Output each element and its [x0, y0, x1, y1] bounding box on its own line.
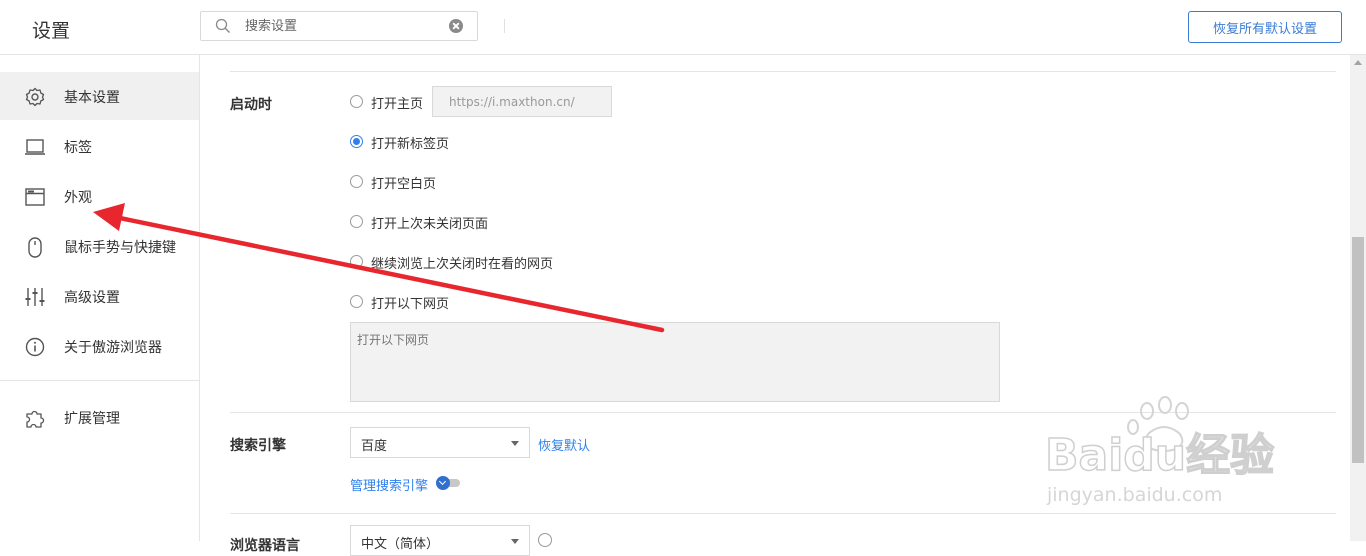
manage-search-engines-link[interactable]: 管理搜索引擎 — [350, 475, 428, 494]
sidebar-item-advanced-settings[interactable]: 高级设置 — [0, 272, 199, 320]
caret-down-icon — [511, 441, 519, 446]
watermark-url: jingyan.baidu.com — [1046, 484, 1222, 506]
search-engine-label: 搜索引擎 — [230, 438, 286, 454]
radio-button[interactable] — [350, 95, 363, 108]
sidebar-item-label: 扩展管理 — [64, 411, 120, 427]
sidebar-item-basic-settings[interactable]: 基本设置 — [0, 72, 199, 120]
radio-label: 打开主页 — [371, 97, 424, 112]
baidu-jingyan-watermark: Baidu经验 jingyan.baidu.com — [1045, 396, 1275, 506]
divider — [504, 19, 505, 33]
sidebar-item-mouse-gestures[interactable]: 鼠标手势与快捷键 — [0, 222, 199, 270]
scroll-up-icon[interactable] — [1354, 60, 1362, 65]
search-input[interactable] — [245, 16, 435, 36]
radio-button[interactable] — [350, 255, 363, 268]
sidebar-item-label: 外观 — [64, 190, 92, 206]
sidebar-item-about[interactable]: 关于傲游浏览器 — [0, 322, 199, 370]
search-engine-select[interactable]: 百度 — [350, 427, 530, 458]
sidebar-item-label: 标签 — [64, 140, 92, 156]
gear-icon — [25, 87, 45, 107]
sliders-icon — [25, 288, 45, 306]
window-icon — [25, 188, 45, 206]
sidebar: 基本设置 标签 外观 鼠标手势与快捷键 高级设置 关于傲游浏览器 扩展管理 — [0, 55, 200, 541]
sidebar-item-extensions[interactable]: 扩展管理 — [0, 393, 199, 441]
caret-down-icon — [511, 539, 519, 544]
sidebar-item-label: 关于傲游浏览器 — [64, 340, 162, 356]
sidebar-item-appearance[interactable]: 外观 — [0, 172, 199, 220]
radio-button[interactable] — [350, 175, 363, 188]
manage-search-toggle[interactable] — [436, 476, 460, 490]
select-value: 百度 — [361, 439, 388, 454]
sidebar-item-label: 基本设置 — [64, 90, 120, 106]
scrollbar-thumb[interactable] — [1352, 237, 1364, 463]
page-title: 设置 — [32, 20, 71, 42]
top-bar: 设置 恢复所有默认设置 — [0, 0, 1366, 55]
restore-default-search-link[interactable]: 恢复默认 — [538, 435, 590, 454]
radio-label: 打开上次未关闭页面 — [371, 217, 489, 232]
scrollbar[interactable] — [1350, 55, 1366, 541]
watermark-brand: Baidu经验 — [1045, 430, 1274, 481]
radio-label: 继续浏览上次关闭时在看的网页 — [371, 257, 554, 272]
sidebar-item-label: 鼠标手势与快捷键 — [64, 240, 176, 256]
browser-language-label: 浏览器语言 — [230, 538, 300, 554]
sidebar-divider — [0, 380, 199, 381]
clear-icon[interactable] — [449, 19, 463, 33]
radio-button[interactable] — [350, 215, 363, 228]
radio-button-selected[interactable] — [350, 135, 363, 148]
radio-label: 打开新标签页 — [371, 137, 450, 152]
homepage-url-input[interactable] — [432, 86, 612, 117]
info-icon[interactable] — [538, 533, 552, 547]
startup-pages-textarea[interactable] — [350, 322, 1000, 402]
search-icon — [215, 18, 230, 33]
radio-button[interactable] — [350, 295, 363, 308]
mouse-icon — [28, 237, 42, 258]
section-divider — [230, 71, 1336, 72]
startup-label: 启动时 — [230, 97, 272, 113]
sidebar-item-tabs[interactable]: 标签 — [0, 122, 199, 170]
chevron-down-icon — [436, 476, 450, 490]
section-divider — [230, 513, 1336, 514]
radio-label: 打开空白页 — [371, 177, 437, 192]
sidebar-item-label: 高级设置 — [64, 290, 120, 306]
reset-all-defaults-button[interactable]: 恢复所有默认设置 — [1188, 11, 1342, 43]
search-box[interactable] — [200, 11, 478, 41]
select-value: 中文（简体） — [361, 537, 440, 552]
radio-label: 打开以下网页 — [371, 297, 450, 312]
tab-icon — [25, 139, 45, 155]
puzzle-icon — [26, 410, 45, 428]
info-icon — [25, 337, 45, 357]
